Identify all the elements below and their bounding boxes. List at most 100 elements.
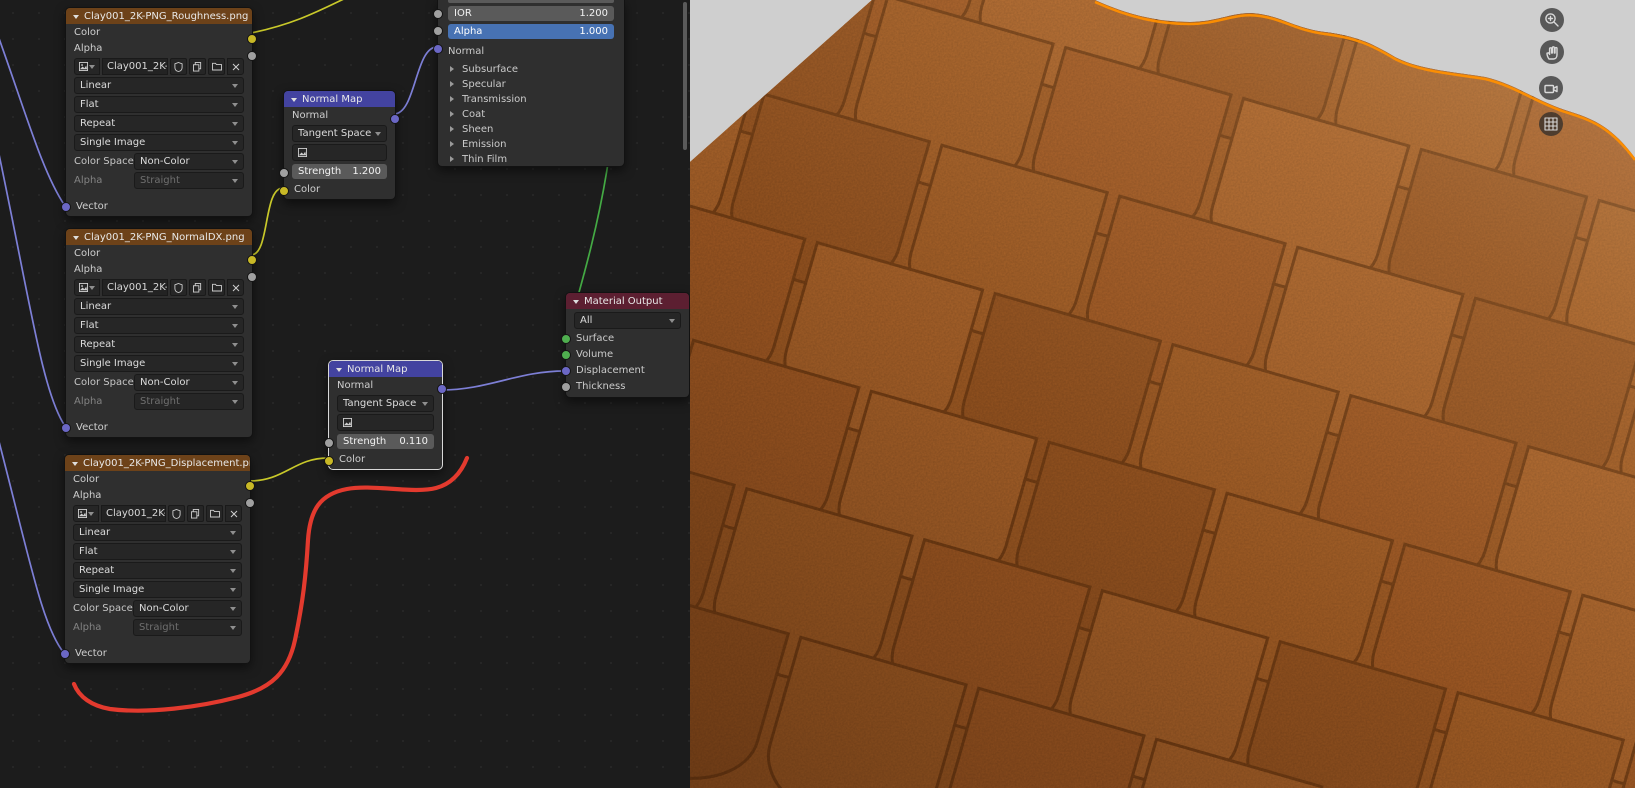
color-space-dropdown[interactable]: Non-Color bbox=[133, 600, 242, 617]
unlink-button[interactable] bbox=[225, 505, 242, 522]
socket-normal-input[interactable] bbox=[433, 44, 443, 54]
clay-roof-object[interactable] bbox=[690, 0, 1635, 788]
extension-dropdown[interactable]: Repeat bbox=[74, 115, 244, 132]
color-space-dropdown[interactable]: Non-Color bbox=[134, 374, 244, 391]
normal-map-node-1[interactable]: Normal Map Normal Tangent Space Strength… bbox=[283, 90, 396, 200]
panel-specular[interactable]: Specular bbox=[448, 77, 614, 91]
panel-sheen[interactable]: Sheen bbox=[448, 122, 614, 136]
open-image-button[interactable] bbox=[208, 58, 225, 75]
source-dropdown[interactable]: Single Image bbox=[74, 355, 244, 372]
projection-dropdown[interactable]: Flat bbox=[74, 317, 244, 334]
strength-slider[interactable]: Strength0.110 bbox=[337, 434, 434, 449]
open-image-button[interactable] bbox=[206, 505, 223, 522]
node-header[interactable]: Normal Map bbox=[284, 91, 395, 107]
ior-slider[interactable]: IOR1.200 bbox=[448, 6, 614, 21]
socket-color-input[interactable] bbox=[324, 456, 334, 466]
source-dropdown[interactable]: Single Image bbox=[74, 134, 244, 151]
unlink-button[interactable] bbox=[227, 279, 244, 296]
strength-slider[interactable]: Strength1.200 bbox=[292, 164, 387, 179]
socket-alpha-output[interactable] bbox=[247, 272, 257, 282]
color-field[interactable] bbox=[337, 414, 434, 431]
panel-coat[interactable]: Coat bbox=[448, 107, 614, 121]
panel-subsurface[interactable]: Subsurface bbox=[448, 62, 614, 76]
collapse-icon[interactable] bbox=[291, 98, 297, 105]
panel-thin-film[interactable]: Thin Film bbox=[448, 152, 614, 166]
socket-ior-input[interactable] bbox=[433, 9, 443, 19]
socket-volume-input[interactable] bbox=[561, 350, 571, 360]
open-image-button[interactable] bbox=[208, 279, 225, 296]
socket-color-output[interactable] bbox=[247, 34, 257, 44]
interpolation-dropdown[interactable]: Linear bbox=[74, 298, 244, 315]
alpha-slider-active[interactable]: Alpha1.000 bbox=[448, 24, 614, 39]
space-dropdown[interactable]: Tangent Space bbox=[292, 125, 387, 142]
duplicate-button[interactable] bbox=[187, 505, 204, 522]
socket-color-output[interactable] bbox=[247, 255, 257, 265]
socket-color-input[interactable] bbox=[279, 186, 289, 196]
panel-emission[interactable]: Emission bbox=[448, 137, 614, 151]
panel-transmission[interactable]: Transmission bbox=[448, 92, 614, 106]
socket-displacement-input[interactable] bbox=[561, 366, 571, 376]
shader-node-editor[interactable]: Clay001_2K-PNG_Roughness.png Color Alpha… bbox=[0, 0, 692, 788]
socket-thickness-input[interactable] bbox=[561, 382, 571, 392]
socket-normal-output[interactable] bbox=[390, 114, 400, 124]
image-name-field[interactable]: Clay001_2K-P... bbox=[102, 58, 168, 75]
collapse-icon[interactable] bbox=[72, 462, 78, 469]
collapse-icon[interactable] bbox=[73, 15, 79, 22]
fake-user-button[interactable] bbox=[170, 279, 187, 296]
viewport-3d[interactable] bbox=[690, 0, 1635, 788]
unlink-button[interactable] bbox=[227, 58, 244, 75]
projection-dropdown[interactable]: Flat bbox=[73, 543, 242, 560]
socket-alpha-output[interactable] bbox=[245, 498, 255, 508]
duplicate-button[interactable] bbox=[189, 58, 206, 75]
orthographic-toggle-button[interactable] bbox=[1539, 112, 1563, 136]
socket-strength-input[interactable] bbox=[324, 438, 334, 448]
extension-dropdown[interactable]: Repeat bbox=[74, 336, 244, 353]
socket-alpha-output[interactable] bbox=[247, 51, 257, 61]
color-field[interactable] bbox=[292, 144, 387, 161]
socket-alpha-input[interactable] bbox=[433, 26, 443, 36]
node-header[interactable]: Material Output bbox=[566, 293, 689, 309]
image-texture-node-roughness[interactable]: Clay001_2K-PNG_Roughness.png Color Alpha… bbox=[65, 7, 253, 217]
editor-scrollbar[interactable] bbox=[683, 2, 687, 150]
camera-view-button[interactable] bbox=[1539, 76, 1563, 100]
collapse-icon[interactable] bbox=[336, 368, 342, 375]
image-texture-node-normaldx[interactable]: Clay001_2K-PNG_NormalDX.png Color Alpha … bbox=[65, 228, 253, 438]
duplicate-button[interactable] bbox=[189, 279, 206, 296]
socket-vector-input[interactable] bbox=[61, 202, 71, 212]
image-name-field[interactable]: Clay001_2K-P... bbox=[102, 279, 168, 296]
alpha-mode-dropdown: Straight bbox=[134, 172, 244, 189]
socket-color-output[interactable] bbox=[245, 481, 255, 491]
color-space-dropdown[interactable]: Non-Color bbox=[134, 153, 244, 170]
node-header[interactable]: Clay001_2K-PNG_NormalDX.png bbox=[66, 229, 252, 245]
material-output-node[interactable]: Material Output All Surface Volume Displ… bbox=[565, 292, 690, 398]
image-browser-button[interactable] bbox=[73, 505, 99, 522]
socket-vector-input[interactable] bbox=[61, 423, 71, 433]
image-texture-node-displacement[interactable]: Clay001_2K-PNG_Displacement.png Color Al… bbox=[64, 454, 251, 664]
pan-button[interactable] bbox=[1540, 40, 1564, 64]
node-header[interactable]: Clay001_2K-PNG_Roughness.png bbox=[66, 8, 252, 24]
principled-bsdf-node[interactable]: IOR1.200 Alpha1.000 Normal Subsurface Sp… bbox=[437, 0, 625, 167]
normal-map-node-2[interactable]: Normal Map Normal Tangent Space Strength… bbox=[328, 360, 443, 470]
interpolation-dropdown[interactable]: Linear bbox=[73, 524, 242, 541]
node-header[interactable]: Clay001_2K-PNG_Displacement.png bbox=[65, 455, 250, 471]
socket-strength-input[interactable] bbox=[279, 168, 289, 178]
node-header[interactable]: Normal Map bbox=[329, 361, 442, 377]
socket-vector-input[interactable] bbox=[60, 649, 70, 659]
target-dropdown[interactable]: All bbox=[574, 312, 681, 329]
projection-dropdown[interactable]: Flat bbox=[74, 96, 244, 113]
socket-surface-input[interactable] bbox=[561, 334, 571, 344]
socket-normal-output[interactable] bbox=[437, 384, 447, 394]
image-browser-button[interactable] bbox=[74, 58, 100, 75]
collapse-icon[interactable] bbox=[73, 236, 79, 243]
image-browser-button[interactable] bbox=[74, 279, 100, 296]
interpolation-dropdown[interactable]: Linear bbox=[74, 77, 244, 94]
chevron-down-icon bbox=[232, 362, 238, 369]
collapse-icon[interactable] bbox=[573, 300, 579, 307]
fake-user-button[interactable] bbox=[170, 58, 187, 75]
source-dropdown[interactable]: Single Image bbox=[73, 581, 242, 598]
image-name-field[interactable]: Clay001_2K-P... bbox=[101, 505, 166, 522]
zoom-button[interactable] bbox=[1540, 8, 1564, 32]
space-dropdown[interactable]: Tangent Space bbox=[337, 395, 434, 412]
extension-dropdown[interactable]: Repeat bbox=[73, 562, 242, 579]
fake-user-button[interactable] bbox=[168, 505, 185, 522]
